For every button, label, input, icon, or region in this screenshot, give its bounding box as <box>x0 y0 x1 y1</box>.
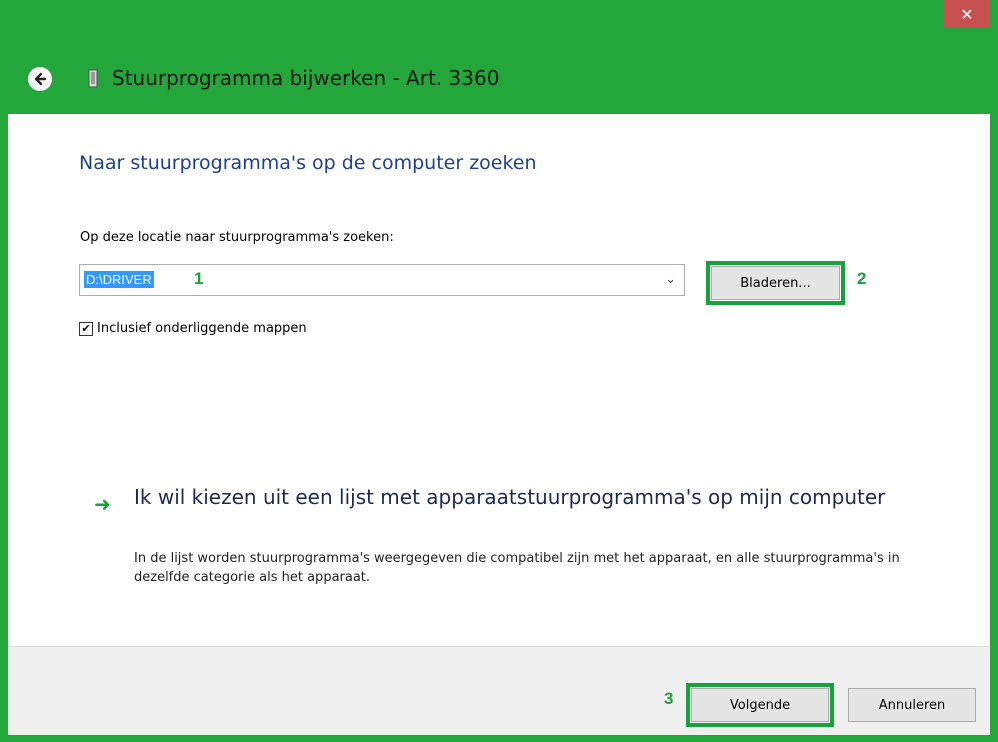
footer-bar: 3 Volgende Annuleren <box>8 646 990 735</box>
device-icon <box>88 69 98 88</box>
browse-button[interactable]: Bladeren... <box>706 261 845 305</box>
step-badge-2: 2 <box>857 269 867 288</box>
page-heading: Naar stuurprogramma's op de computer zoe… <box>79 152 537 174</box>
location-label: Op deze locatie naar stuurprogramma's zo… <box>80 230 394 245</box>
window-title: Stuurprogramma bijwerken - Art. 3360 <box>112 66 500 90</box>
back-arrow-icon <box>34 72 47 86</box>
path-combo-input[interactable]: D:\DRIVER ⌄ <box>79 264 685 296</box>
cancel-button[interactable]: Annuleren <box>848 688 976 722</box>
chevron-down-icon[interactable]: ⌄ <box>665 272 676 287</box>
include-subfolders-row[interactable]: ✔ Inclusief onderliggende mappen <box>79 321 307 336</box>
path-value: D:\DRIVER <box>84 271 154 288</box>
include-subfolders-label: Inclusief onderliggende mappen <box>97 321 307 336</box>
green-arrow-icon[interactable]: ➜ <box>94 492 111 516</box>
content-panel: Naar stuurprogramma's op de computer zoe… <box>8 114 990 646</box>
choose-from-list-link[interactable]: Ik wil kiezen uit een lijst met apparaat… <box>134 482 954 512</box>
close-icon: ✕ <box>960 4 974 24</box>
step-badge-3: 3 <box>664 689 674 708</box>
step-badge-1: 1 <box>194 269 204 288</box>
back-button[interactable] <box>28 67 52 91</box>
include-subfolders-checkbox[interactable]: ✔ <box>79 321 93 336</box>
next-button[interactable]: Volgende <box>686 683 834 727</box>
close-button[interactable]: ✕ <box>944 0 990 28</box>
choose-from-list-description: In de lijst worden stuurprogramma's weer… <box>134 551 900 585</box>
